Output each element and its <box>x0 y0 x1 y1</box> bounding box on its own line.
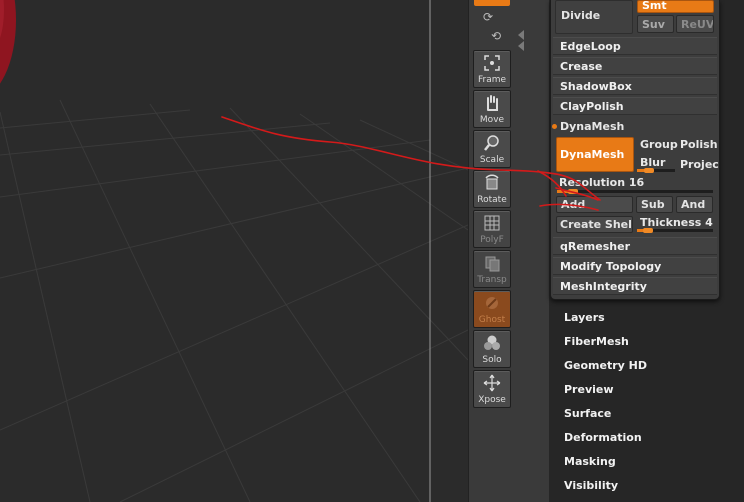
add-button[interactable]: Add <box>556 196 633 213</box>
layers-menu[interactable]: Layers <box>564 311 605 324</box>
create-shell-button[interactable]: Create Shell <box>556 216 633 233</box>
geometry-hd-menu[interactable]: Geometry HD <box>564 359 647 372</box>
xyz-label: xYz <box>484 0 500 3</box>
frame-label: Frame <box>477 75 507 85</box>
thickness-slider[interactable] <box>637 228 713 233</box>
reuv-button[interactable]: ReUV <box>676 15 714 33</box>
modify-topology-section[interactable]: Modify Topology <box>553 257 717 275</box>
xpose-label: Xpose <box>478 395 506 405</box>
dynamesh-button[interactable]: DynaMesh <box>556 137 634 172</box>
fibermesh-menu[interactable]: FiberMesh <box>564 335 629 348</box>
transp-button[interactable]: Transp <box>473 250 511 288</box>
crease-section[interactable]: Crease <box>553 57 717 75</box>
transparency-icon <box>485 256 500 272</box>
surface-menu[interactable]: Surface <box>564 407 611 420</box>
collapse-arrow-icon[interactable] <box>518 30 524 40</box>
solo-spheres-icon <box>484 335 500 350</box>
resolution-label: Resolution 16 <box>559 176 645 189</box>
shadowbox-section[interactable]: ShadowBox <box>553 77 717 95</box>
solo-button[interactable]: Solo <box>473 330 511 368</box>
move-button[interactable]: Move <box>473 90 511 128</box>
blur-label: Blur <box>640 156 666 169</box>
rotate-label: Rotate <box>477 195 507 205</box>
group-toggle[interactable]: Group <box>640 138 678 151</box>
meshintegrity-section[interactable]: MeshIntegrity <box>553 277 717 295</box>
preview-menu[interactable]: Preview <box>564 383 614 396</box>
move-label: Move <box>479 115 505 125</box>
frame-button[interactable]: Frame <box>473 50 511 88</box>
resolution-slider[interactable] <box>557 189 713 194</box>
xpose-button[interactable]: Xpose <box>473 370 511 408</box>
visibility-menu[interactable]: Visibility <box>564 479 618 492</box>
project-toggle[interactable]: Projec <box>680 158 719 171</box>
suv-toggle[interactable]: Suv <box>637 15 674 33</box>
polyframe-grid-icon <box>484 215 500 231</box>
xpose-arrows-icon <box>483 374 501 392</box>
3d-viewport[interactable] <box>0 0 468 502</box>
and-button[interactable]: And <box>676 196 713 213</box>
scale-magnifier-icon <box>484 135 499 151</box>
divide-button[interactable]: Divide <box>555 0 633 34</box>
solo-label: Solo <box>482 355 502 365</box>
collapse-arrow-icon[interactable] <box>518 41 524 51</box>
ghost-icon <box>486 297 498 309</box>
rotate-y-icon[interactable]: ⟳ <box>483 10 499 26</box>
masking-menu[interactable]: Masking <box>564 455 616 468</box>
move-hand-icon <box>487 95 498 111</box>
transp-label: Transp <box>477 275 507 285</box>
edgeloop-section[interactable]: EdgeLoop <box>553 37 717 55</box>
sub-button[interactable]: Sub <box>636 196 673 213</box>
polyf-button[interactable]: PolyF <box>473 210 511 248</box>
ghost-button[interactable]: Ghost <box>473 290 511 328</box>
dynamesh-open-dot-icon <box>552 124 557 129</box>
frame-icon <box>484 55 500 71</box>
deformation-menu[interactable]: Deformation <box>564 431 642 444</box>
scale-button[interactable]: Scale <box>473 130 511 168</box>
ghost-label: Ghost <box>478 315 506 325</box>
blur-slider[interactable] <box>637 168 675 173</box>
claypolish-section[interactable]: ClayPolish <box>553 97 717 115</box>
rotate-button[interactable]: Rotate <box>473 170 511 208</box>
qremesher-section[interactable]: qRemesher <box>553 237 717 255</box>
polish-toggle[interactable]: Polish <box>680 138 718 151</box>
dynamesh-header[interactable]: DynaMesh <box>560 120 624 133</box>
panel-gutter <box>516 0 549 502</box>
polyf-label: PolyF <box>480 235 504 245</box>
floor-grid <box>0 0 468 502</box>
scale-label: Scale <box>479 155 505 165</box>
rotate-icon <box>485 174 499 190</box>
rotate-z-icon[interactable]: ⟲ <box>491 29 507 45</box>
smt-toggle[interactable]: Smt <box>637 0 714 13</box>
